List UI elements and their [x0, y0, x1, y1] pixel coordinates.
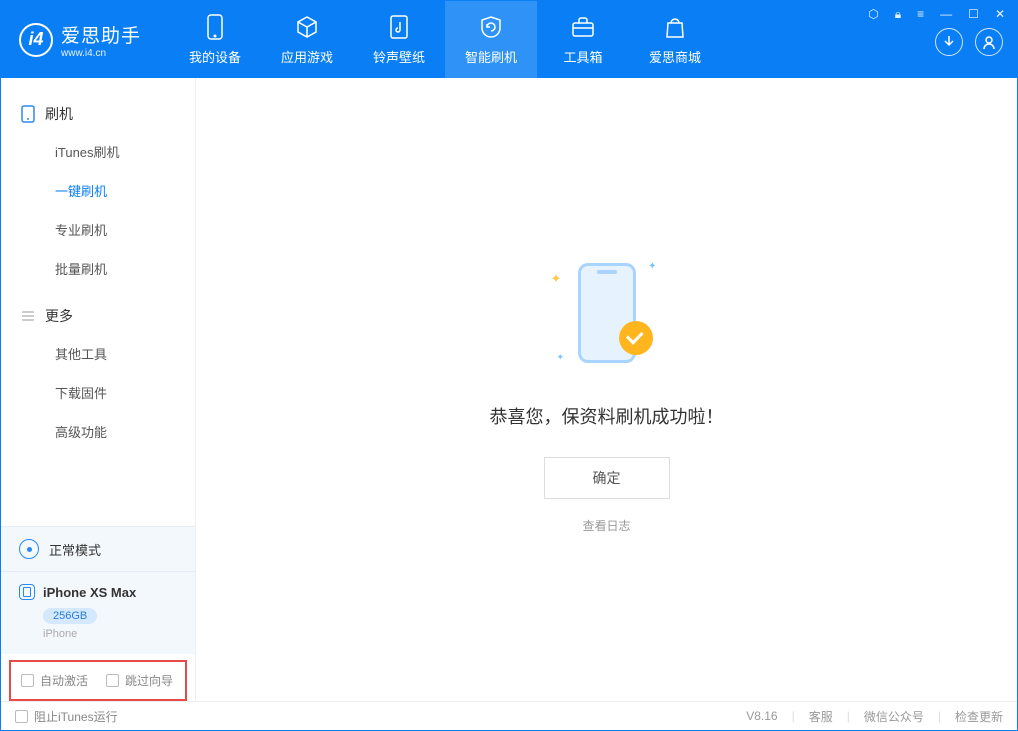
brand-name: 爱思助手: [61, 21, 141, 48]
tab-label: 智能刷机: [465, 47, 517, 66]
section-title-flash: 刷机: [1, 96, 195, 132]
sidebar-section-more: 更多 其他工具 下载固件 高级功能: [1, 298, 195, 451]
cube-icon: [293, 13, 321, 41]
check-circle-icon: [619, 321, 653, 355]
tab-label: 工具箱: [564, 47, 603, 66]
tab-my-device[interactable]: 我的设备: [169, 1, 261, 78]
list-icon: [21, 309, 35, 323]
mode-label: 正常模式: [49, 540, 101, 559]
sidebar-item-batch[interactable]: 批量刷机: [1, 249, 195, 288]
device-name-row: iPhone XS Max: [19, 584, 177, 600]
main-content: ✦ ✦ ✦ 恭喜您，保资料刷机成功啦！ 确定 查看日志: [196, 78, 1017, 701]
checkbox-block-itunes[interactable]: 阻止iTunes运行: [15, 708, 118, 725]
sparkle-icon: ✦: [648, 261, 656, 272]
maximize-button[interactable]: ☐: [964, 5, 983, 24]
menu-icon[interactable]: ≡: [913, 5, 928, 24]
sidebar-section-flash: 刷机 iTunes刷机 一键刷机 专业刷机 批量刷机: [1, 96, 195, 288]
tab-store[interactable]: 爱思商城: [629, 1, 721, 78]
view-log-link[interactable]: 查看日志: [582, 517, 630, 534]
app-body: 刷机 iTunes刷机 一键刷机 专业刷机 批量刷机 更多 其他工具 下载固件 …: [1, 78, 1017, 701]
minimize-button[interactable]: —: [936, 5, 956, 24]
checkbox-icon: [15, 710, 28, 723]
sparkle-icon: ✦: [551, 271, 562, 287]
update-link[interactable]: 检查更新: [955, 708, 1003, 725]
device-name: iPhone XS Max: [43, 585, 136, 600]
download-icon[interactable]: [935, 28, 963, 56]
tab-smart-flash[interactable]: 智能刷机: [445, 1, 537, 78]
header-action-icons: [935, 28, 1003, 56]
checkbox-auto-activate[interactable]: 自动激活: [21, 672, 88, 689]
status-right: V8.16 | 客服 | 微信公众号 | 检查更新: [746, 708, 1003, 725]
close-button[interactable]: ✕: [991, 5, 1009, 24]
checkbox-icon: [21, 674, 34, 687]
checkbox-skip-guide[interactable]: 跳过向导: [106, 672, 173, 689]
sidebar-bottom: 正常模式 iPhone XS Max 256GB iPhone 自动激活 跳过向…: [1, 526, 195, 701]
device-type: iPhone: [43, 628, 177, 640]
logo-icon: i4: [19, 23, 53, 57]
bag-icon: [661, 13, 689, 41]
sidebar-item-othertools[interactable]: 其他工具: [1, 334, 195, 373]
ok-button[interactable]: 确定: [544, 457, 670, 499]
support-link[interactable]: 客服: [809, 708, 833, 725]
tab-label: 应用游戏: [281, 47, 333, 66]
mode-icon: [19, 539, 39, 559]
mode-box[interactable]: 正常模式: [1, 526, 195, 571]
music-file-icon: [385, 13, 413, 41]
user-icon[interactable]: [975, 28, 1003, 56]
sidebar-item-oneclick[interactable]: 一键刷机: [1, 171, 195, 210]
status-left: 阻止iTunes运行: [15, 708, 118, 725]
wechat-link[interactable]: 微信公众号: [864, 708, 924, 725]
sidebar-item-advanced[interactable]: 高级功能: [1, 412, 195, 451]
nav-tabs: 我的设备 应用游戏 铃声壁纸 智能刷机 工具箱 爱思商城: [169, 1, 721, 78]
version-label: V8.16: [746, 709, 777, 723]
device-box[interactable]: iPhone XS Max 256GB iPhone: [1, 571, 195, 654]
sidebar: 刷机 iTunes刷机 一键刷机 专业刷机 批量刷机 更多 其他工具 下载固件 …: [1, 78, 196, 701]
toolbox-icon: [569, 13, 597, 41]
device-icon: [19, 584, 35, 600]
tab-toolbox[interactable]: 工具箱: [537, 1, 629, 78]
sidebar-item-firmware[interactable]: 下载固件: [1, 373, 195, 412]
tab-label: 爱思商城: [649, 47, 701, 66]
shirt-icon[interactable]: ⬡: [864, 5, 882, 24]
status-bar: 阻止iTunes运行 V8.16 | 客服 | 微信公众号 | 检查更新: [1, 701, 1017, 730]
success-illustration: ✦ ✦ ✦: [537, 245, 677, 385]
phone-icon: [201, 13, 229, 41]
checkbox-icon: [106, 674, 119, 687]
window-controls: ⬡ 🔒︎ ≡ — ☐ ✕: [864, 5, 1009, 24]
brand-url: www.i4.cn: [61, 48, 141, 59]
refresh-shield-icon: [477, 13, 505, 41]
logo-area: i4 爱思助手 www.i4.cn: [1, 1, 159, 78]
highlighted-checkbox-row: 自动激活 跳过向导: [9, 660, 187, 701]
sidebar-item-itunes[interactable]: iTunes刷机: [1, 132, 195, 171]
section-title-more: 更多: [1, 298, 195, 334]
logo-text: 爱思助手 www.i4.cn: [61, 21, 141, 59]
app-header: i4 爱思助手 www.i4.cn 我的设备 应用游戏 铃声壁纸 智能刷机 工具…: [1, 1, 1017, 78]
tab-label: 我的设备: [189, 47, 241, 66]
sidebar-item-pro[interactable]: 专业刷机: [1, 210, 195, 249]
storage-badge: 256GB: [43, 608, 97, 624]
tab-apps-games[interactable]: 应用游戏: [261, 1, 353, 78]
tab-label: 铃声壁纸: [373, 47, 425, 66]
tab-ringtone-wallpaper[interactable]: 铃声壁纸: [353, 1, 445, 78]
sparkle-icon: ✦: [557, 352, 565, 363]
device-icon: [21, 105, 35, 123]
lock-icon[interactable]: 🔒︎: [891, 5, 905, 24]
success-message: 恭喜您，保资料刷机成功啦！: [490, 403, 724, 429]
